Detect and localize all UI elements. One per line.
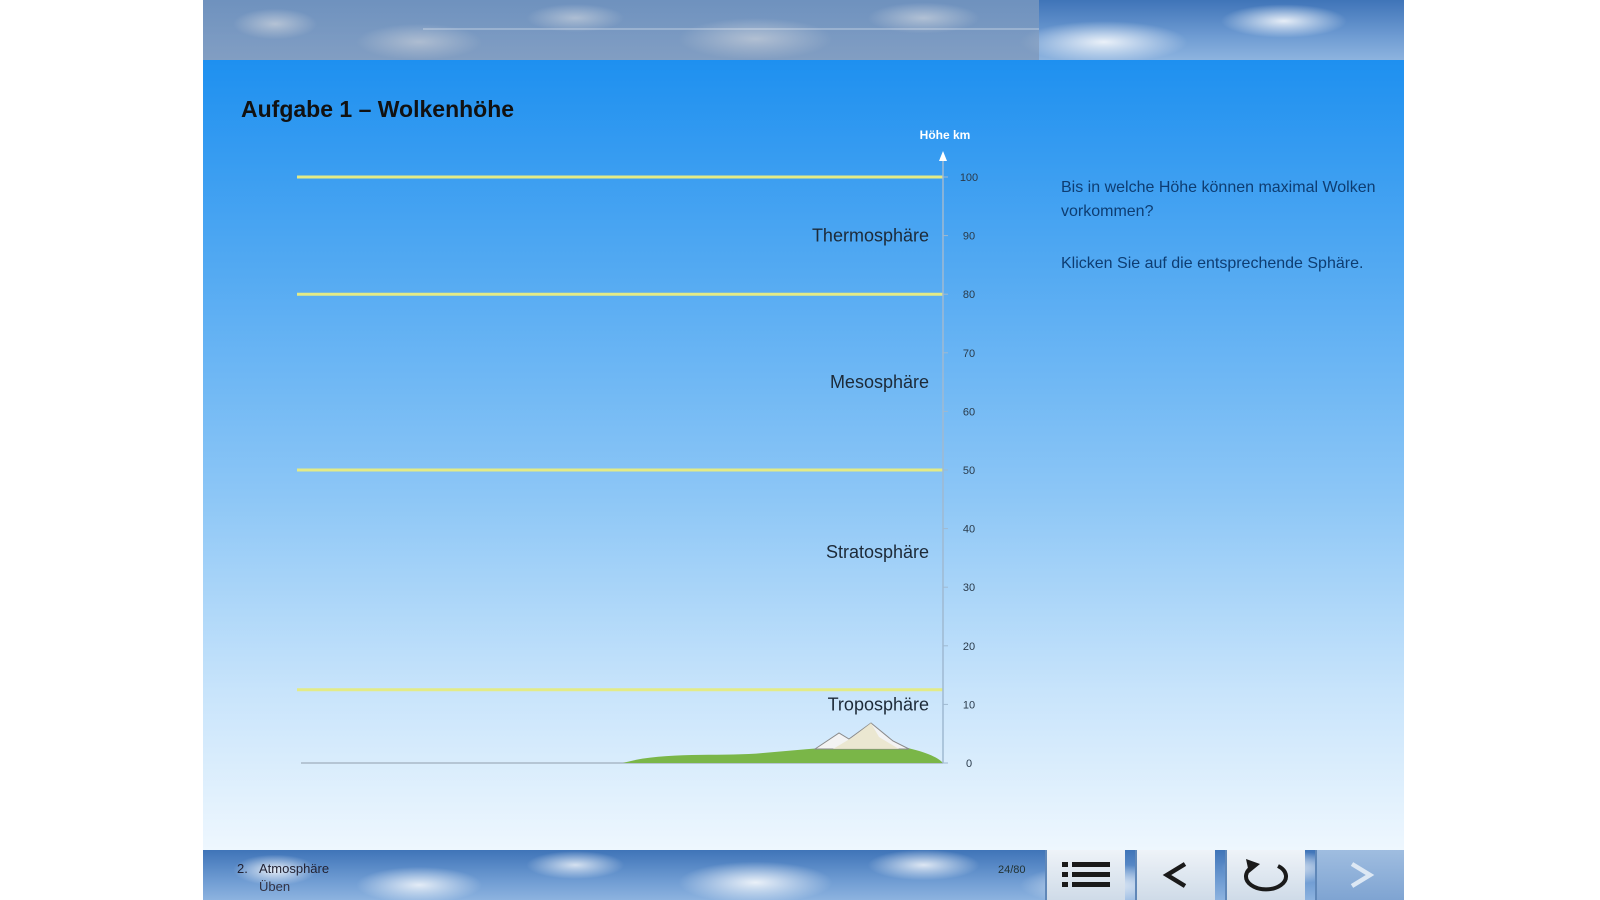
axis-tick-label: 80 (963, 289, 975, 301)
refresh-icon (1244, 859, 1288, 892)
axis-tick-label: 30 (963, 582, 975, 594)
axis-tick-label: 20 (963, 641, 975, 653)
sphere-label-stratosphäre: Stratosphäre (826, 542, 929, 562)
axis-tick-label: 40 (963, 524, 975, 536)
axis-tick-label: 0 (966, 758, 972, 770)
section-label: Üben (259, 879, 291, 894)
axis-tick-label: 100 (960, 172, 978, 184)
instruction-text: Klicken Sie auf die entsprechende Sphäre… (1061, 255, 1364, 272)
axis-tick-label: 50 (963, 465, 975, 477)
question-text: Bis in welche Höhe können maximal Wolken… (1061, 179, 1376, 220)
sphere-label-mesosphäre: Mesosphäre (830, 372, 929, 392)
page-counter: 24/80 (998, 864, 1026, 876)
footer-bar: 2. Atmosphäre Üben 24/80 (203, 850, 1404, 900)
axis-tick-label: 60 (963, 406, 975, 418)
chevron-left-icon (1162, 862, 1187, 888)
sphere-label-troposphäre: Troposphäre (828, 694, 929, 714)
axis-arrow (939, 151, 947, 161)
sphere-region-stratosphäre[interactable] (297, 470, 943, 690)
list-icon (1062, 862, 1110, 887)
axis-label: Höhe km (920, 128, 971, 142)
back-button[interactable] (1135, 850, 1215, 900)
chapter-title: Atmosphäre (259, 861, 330, 876)
chapter-number: 2. (237, 861, 248, 876)
axis-tick-label: 10 (963, 699, 975, 711)
header-banner (203, 0, 1404, 60)
chapter-info: 2. Atmosphäre Üben (237, 860, 329, 896)
sphere-label-thermosphäre: Thermosphäre (812, 226, 929, 246)
chevron-right-icon (1350, 862, 1374, 888)
app-window: Aufgabe 1 – Wolkenhöhe Höhe km 0 10 20 30 40 5… (203, 0, 1404, 900)
axis-tick-label: 70 (963, 348, 975, 360)
reload-button[interactable] (1225, 850, 1305, 900)
axis-tick-label: 90 (963, 231, 975, 243)
content-area: Aufgabe 1 – Wolkenhöhe Höhe km 0 10 20 30 40 5… (203, 60, 1404, 850)
header-overlay (203, 0, 1039, 60)
next-button[interactable] (1315, 850, 1404, 900)
menu-button[interactable] (1045, 850, 1125, 900)
